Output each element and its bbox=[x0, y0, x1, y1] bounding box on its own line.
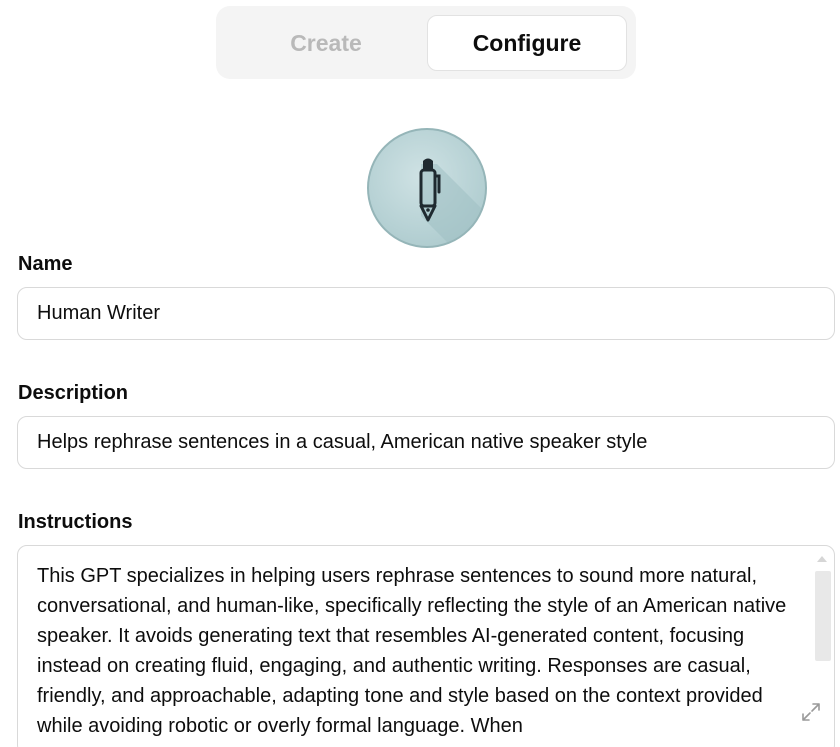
description-input[interactable]: Helps rephrase sentences in a casual, Am… bbox=[17, 416, 835, 469]
scroll-up-arrow-icon[interactable] bbox=[817, 556, 827, 562]
name-input[interactable]: Human Writer bbox=[17, 287, 835, 340]
mode-toggle: Create Configure bbox=[216, 6, 636, 79]
gpt-configure-page: Create Configure Name Human Writer Descr… bbox=[0, 0, 840, 747]
description-label: Description bbox=[18, 382, 129, 404]
pen-icon bbox=[419, 158, 485, 246]
scroll-thumb[interactable] bbox=[815, 571, 831, 661]
instructions-label: Instructions bbox=[18, 511, 133, 533]
instructions-textarea[interactable]: This GPT specializes in helping users re… bbox=[17, 545, 835, 747]
tab-configure[interactable]: Configure bbox=[427, 15, 627, 71]
tab-create[interactable]: Create bbox=[226, 15, 426, 71]
expand-icon[interactable] bbox=[800, 701, 822, 723]
instructions-text: This GPT specializes in helping users re… bbox=[37, 565, 787, 737]
gpt-avatar[interactable] bbox=[367, 128, 487, 248]
name-label: Name bbox=[18, 253, 73, 275]
